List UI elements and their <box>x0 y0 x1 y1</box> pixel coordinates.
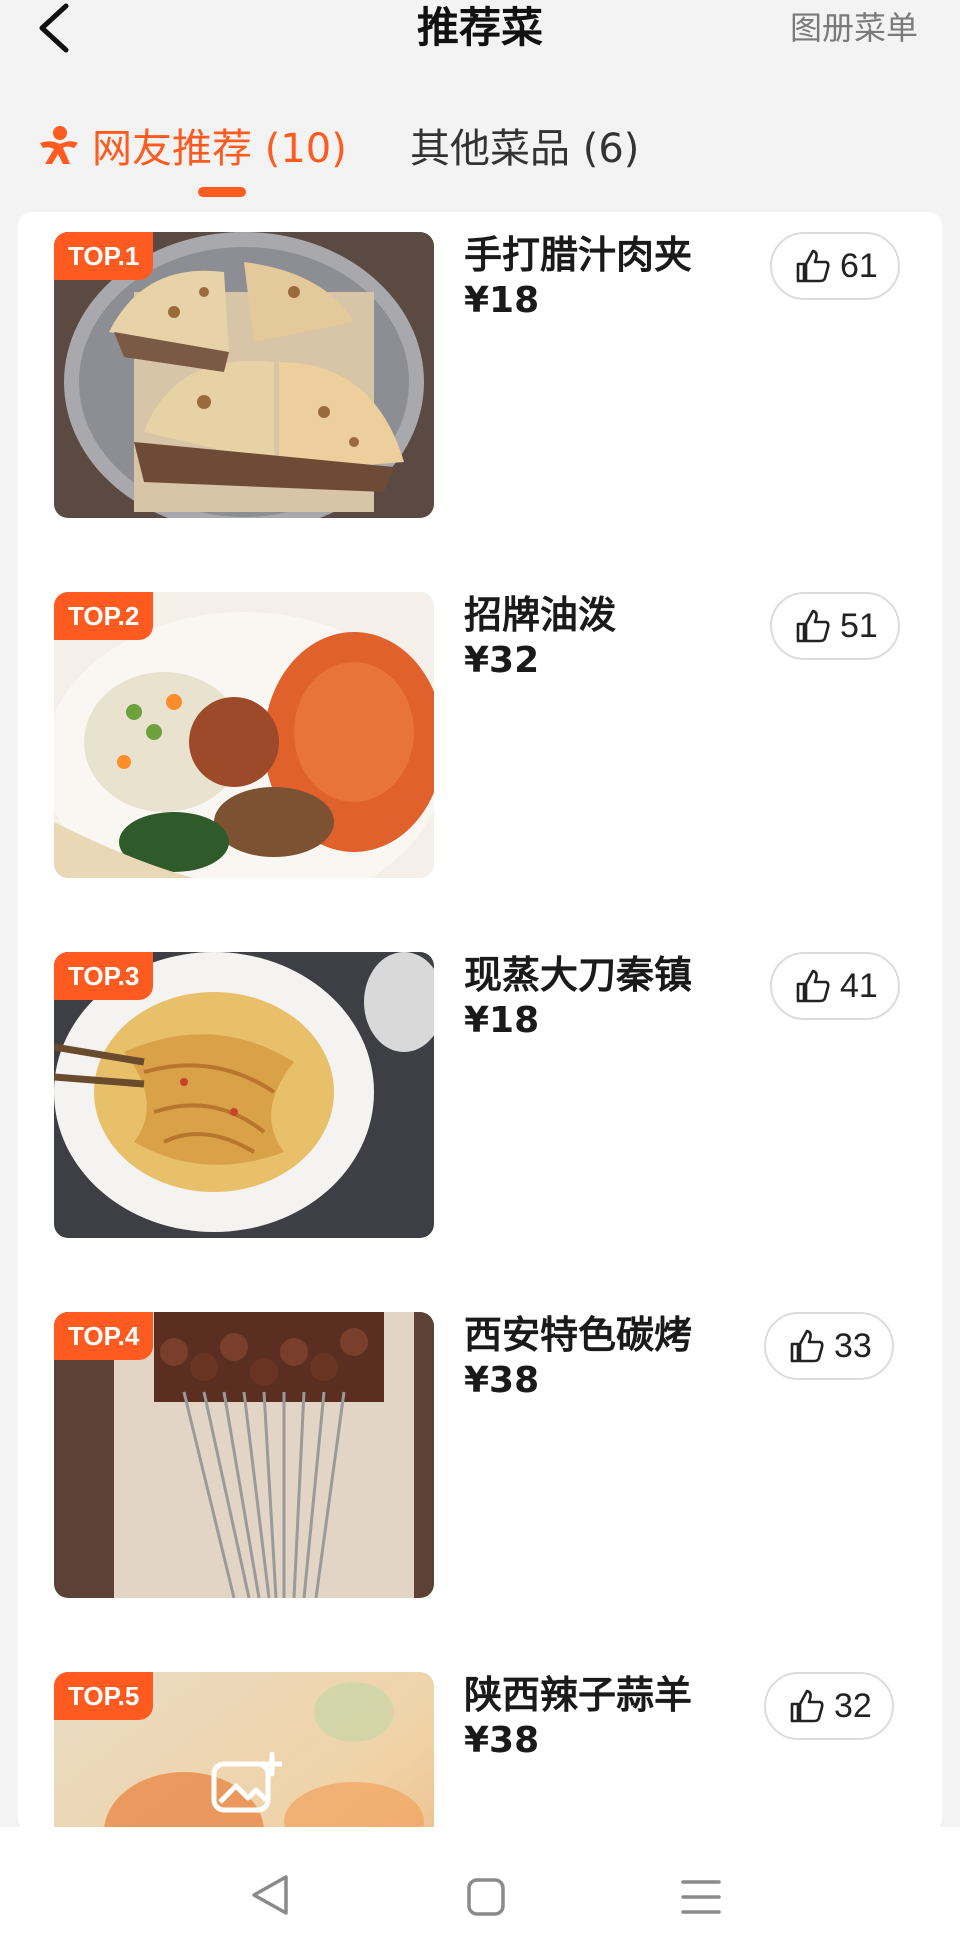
dish-item[interactable]: TOP.5 陕西辣子蒜羊 ¥38 32 <box>18 1652 942 1832</box>
dish-name: 陕西辣子蒜羊 <box>464 1673 693 1717</box>
thumbs-up-icon <box>796 969 830 1003</box>
thumbs-up-icon <box>790 1689 824 1723</box>
dish-photo[interactable]: TOP.5 <box>54 1672 434 1832</box>
rank-badge: TOP.4 <box>54 1312 154 1360</box>
rank-badge: TOP.1 <box>54 232 154 280</box>
dish-price: ¥38 <box>464 1720 540 1761</box>
like-count: 41 <box>840 966 878 1005</box>
dish-item[interactable]: TOP.4 西安特色碳烤 ¥38 33 <box>18 1292 942 1598</box>
menu-lines-icon[interactable] <box>680 1877 722 1917</box>
like-button[interactable]: 33 <box>764 1312 894 1380</box>
tab-netizen-recommend[interactable]: 网友推荐 (10) <box>36 115 347 175</box>
dish-photo[interactable]: TOP.2 <box>54 592 434 878</box>
thumbs-up-icon <box>790 1329 824 1363</box>
like-count: 32 <box>834 1686 872 1725</box>
tab-bar: 网友推荐 (10) 其他菜品 (6) <box>0 115 960 200</box>
like-button[interactable]: 51 <box>770 592 900 660</box>
dish-photo[interactable]: TOP.4 <box>54 1312 434 1598</box>
dish-price: ¥18 <box>464 1000 540 1041</box>
dish-name: 西安特色碳烤 <box>464 1313 693 1357</box>
like-button[interactable]: 41 <box>770 952 900 1020</box>
dish-price: ¥38 <box>464 1360 540 1401</box>
tab-label: 网友推荐 (10) <box>92 126 347 172</box>
people-icon <box>40 126 78 164</box>
like-count: 33 <box>834 1326 872 1365</box>
active-tab-indicator <box>198 187 246 197</box>
album-menu-link[interactable]: 图册菜单 <box>790 6 918 50</box>
dish-photo[interactable]: TOP.1 <box>54 232 434 518</box>
tab-label: 其他菜品 (6) <box>410 126 640 172</box>
tab-other-dishes[interactable]: 其他菜品 (6) <box>410 115 639 175</box>
top-bar: 推荐菜 图册菜单 <box>0 0 960 70</box>
dish-item[interactable]: TOP.1 手打腊汁肉夹 ¥18 61 <box>18 212 942 518</box>
system-nav-bar <box>0 1827 960 1959</box>
dish-price: ¥18 <box>464 280 540 321</box>
dish-item[interactable]: TOP.3 现蒸大刀秦镇 ¥18 41 <box>18 932 942 1238</box>
dish-item[interactable]: TOP.2 招牌油泼 ¥32 51 <box>18 572 942 878</box>
add-image-icon <box>211 1752 282 1813</box>
rank-badge: TOP.2 <box>54 592 154 640</box>
dish-list: TOP.1 手打腊汁肉夹 ¥18 61 TOP.2 招牌油泼 ¥32 51 TO… <box>18 212 942 1832</box>
dish-name: 现蒸大刀秦镇 <box>464 953 693 997</box>
like-button[interactable]: 61 <box>770 232 900 300</box>
dish-name: 招牌油泼 <box>464 593 617 637</box>
dish-photo[interactable]: TOP.3 <box>54 952 434 1238</box>
like-button[interactable]: 32 <box>764 1672 894 1740</box>
square-home-icon[interactable] <box>466 1877 506 1917</box>
like-count: 61 <box>840 246 878 285</box>
dish-name: 手打腊汁肉夹 <box>464 233 693 277</box>
like-count: 51 <box>840 606 878 645</box>
thumbs-up-icon <box>796 249 830 283</box>
rank-badge: TOP.3 <box>54 952 154 1000</box>
thumbs-up-icon <box>796 609 830 643</box>
rank-badge: TOP.5 <box>54 1672 154 1720</box>
dish-price: ¥32 <box>464 640 540 681</box>
triangle-back-icon[interactable] <box>248 1873 292 1917</box>
